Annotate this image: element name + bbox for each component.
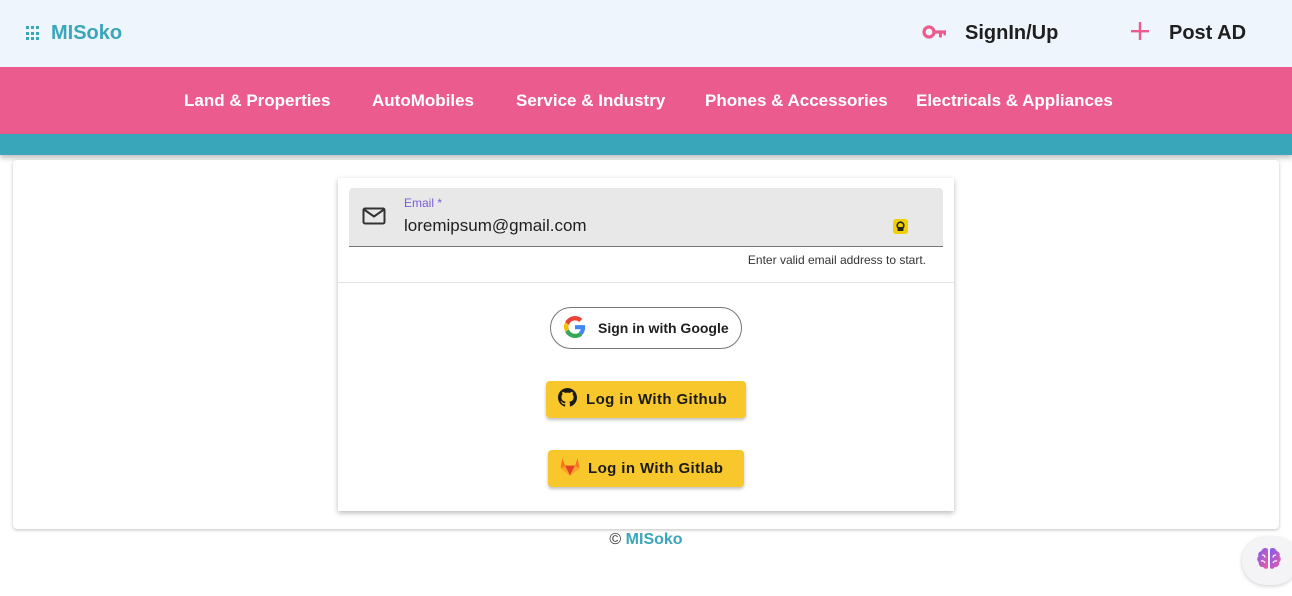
signin-label: SignIn/Up [965,21,1059,44]
category-phones-accessories[interactable]: Phones & Accessories [705,67,888,134]
mail-icon [362,207,386,229]
github-login-button[interactable]: Log in With Github [546,381,746,418]
signin-button[interactable]: SignIn/Up [922,18,1058,48]
category-automobiles[interactable]: AutoMobiles [372,67,474,134]
github-logo-icon [558,388,577,411]
gitlab-login-button[interactable]: Log in With Gitlab [548,450,744,487]
category-electricals-appliances[interactable]: Electricals & Appliances [916,67,1113,134]
google-logo-icon [564,315,586,341]
github-login-label: Log in With Github [586,391,728,408]
gitlab-logo-icon [560,457,580,480]
brand-name[interactable]: MISoko [51,22,122,45]
top-app-bar: MISoko SignIn/Up Post AD [0,0,1292,67]
post-ad-label: Post AD [1169,21,1247,44]
footer: © MISoko [0,531,1292,549]
category-service-industry[interactable]: Service & Industry [516,67,665,134]
email-field[interactable]: Email * [349,188,943,247]
password-manager-icon[interactable] [893,219,908,234]
copyright-symbol: © [609,531,622,548]
category-land-properties[interactable]: Land & Properties [184,67,330,134]
footer-brand-link[interactable]: MISoko [626,531,683,548]
post-ad-button[interactable]: Post AD [1129,18,1246,48]
google-signin-label: Sign in with Google [598,320,729,336]
google-signin-button[interactable]: Sign in with Google [550,307,742,349]
email-input[interactable] [404,214,884,238]
card-divider [338,282,954,283]
assistant-fab[interactable] [1242,537,1292,585]
gitlab-login-label: Log in With Gitlab [588,460,724,477]
key-icon [922,24,948,43]
email-label: Email * [404,196,443,210]
category-nav: Land & Properties AutoMobiles Service & … [0,67,1292,134]
brand-link[interactable]: MISoko [26,22,122,45]
brain-icon [1255,546,1283,576]
apps-grid-icon[interactable] [26,26,41,41]
email-helper-text: Enter valid email address to start. [747,253,926,267]
accent-strip [0,134,1292,155]
plus-icon [1129,20,1151,46]
login-card: Email * Enter valid email address to sta… [338,178,954,511]
